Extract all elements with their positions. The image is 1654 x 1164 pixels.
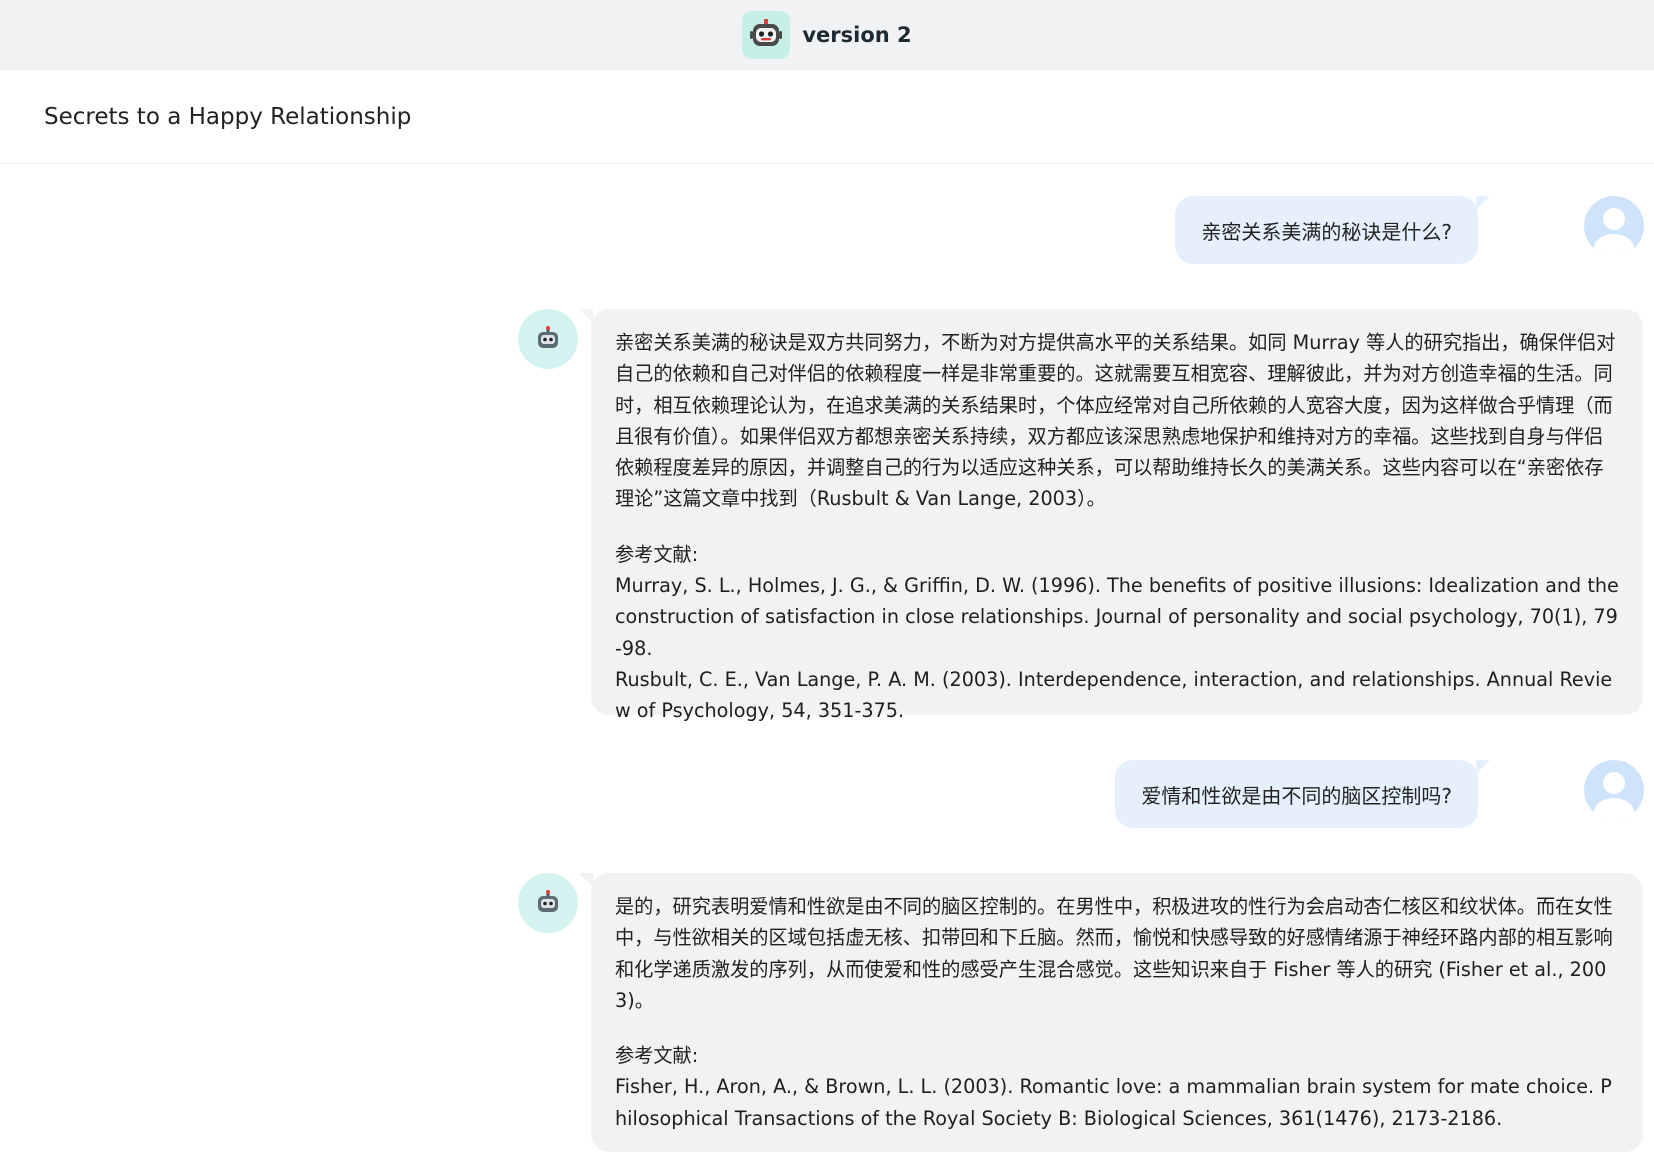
bubble-tail: [579, 873, 593, 887]
references-label: 参考文献:: [615, 542, 699, 566]
bot-avatar-icon: [518, 309, 578, 369]
assistant-message: 是的，研究表明爱情和性欲是由不同的脑区控制的。在男性中，积极进攻的性行为会启动杏…: [579, 873, 1643, 1152]
user-message-text: 亲密关系美满的秘诀是什么?: [1201, 219, 1452, 244]
bubble-tail: [1476, 760, 1490, 774]
conversation-title-bar: Secrets to a Happy Relationship: [0, 70, 1654, 164]
reference-item: Murray, S. L., Holmes, J. G., & Griffin,…: [615, 574, 1619, 660]
references-label: 参考文献:: [615, 1044, 699, 1068]
app-name: version 2: [802, 23, 912, 47]
conversation-title: Secrets to a Happy Relationship: [44, 104, 412, 130]
reference-item: Fisher, H., Aron, A., & Brown, L. L. (20…: [615, 1075, 1612, 1130]
user-avatar-icon: [1584, 760, 1644, 820]
app-header: version 2: [0, 0, 1654, 70]
user-message: 亲密关系美满的秘诀是什么?: [1175, 196, 1490, 264]
user-message: 爱情和性欲是由不同的脑区控制吗?: [1115, 760, 1490, 828]
user-message-text: 爱情和性欲是由不同的脑区控制吗?: [1141, 783, 1452, 808]
bubble-tail: [1476, 196, 1490, 210]
brand: version 2: [742, 11, 912, 59]
user-avatar-icon: [1584, 196, 1644, 256]
bubble-tail: [579, 309, 593, 323]
reference-item: Rusbult, C. E., Van Lange, P. A. M. (200…: [615, 667, 1613, 723]
bot-avatar-icon: [518, 873, 578, 933]
robot-icon: [742, 11, 791, 59]
assistant-message-text: 是的，研究表明爱情和性欲是由不同的脑区控制的。在男性中，积极进攻的性行为会启动杏…: [615, 895, 1613, 1012]
assistant-message-text: 亲密关系美满的秘诀是双方共同努力，不断为对方提供高水平的关系结果。如同 Murr…: [615, 331, 1616, 511]
assistant-message: 亲密关系美满的秘诀是双方共同努力，不断为对方提供高水平的关系结果。如同 Murr…: [579, 309, 1643, 722]
